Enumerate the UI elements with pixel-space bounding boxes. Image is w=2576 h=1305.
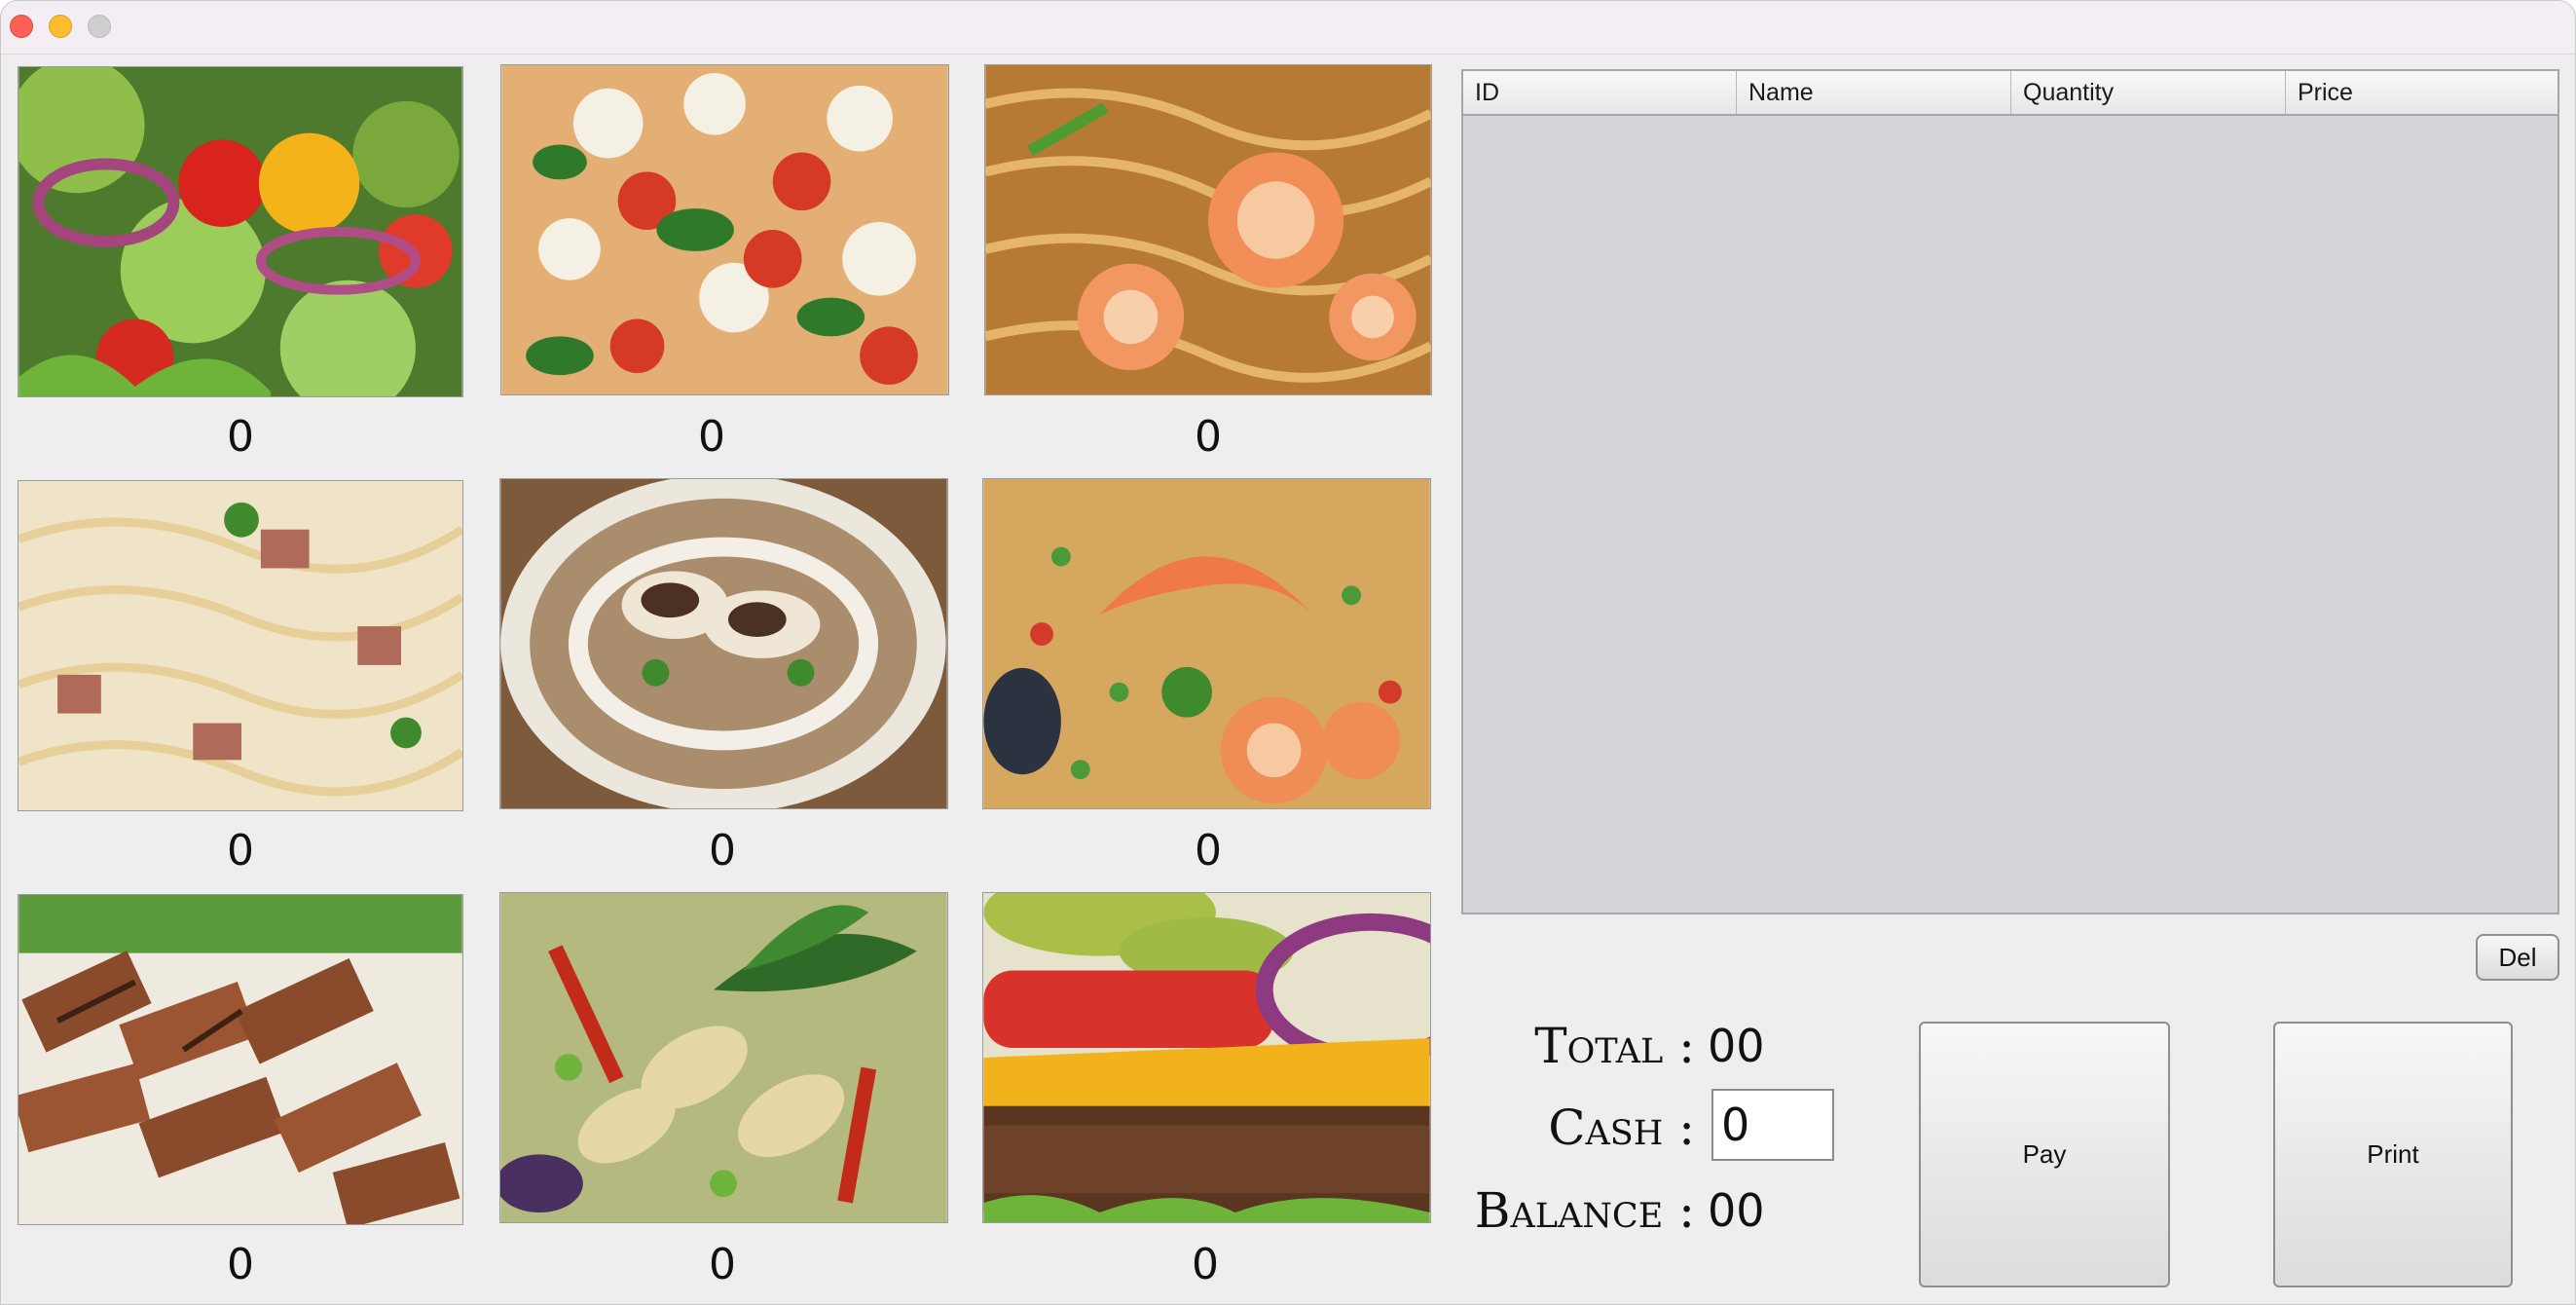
maximize-window-button[interactable] (88, 15, 111, 38)
salad-quantity: 0 (227, 412, 254, 462)
shrimp-fried-rice-quantity: 0 (1195, 826, 1222, 876)
grilled-pork-quantity: 0 (227, 1240, 254, 1289)
mushroom-soup-quantity: 0 (709, 826, 736, 876)
grilled-pork-image (18, 895, 462, 1224)
menu-item-carbonara-button[interactable] (18, 480, 463, 811)
menu-item-cheeseburger-button[interactable] (982, 892, 1431, 1223)
minimize-window-button[interactable] (49, 15, 72, 38)
order-table[interactable]: ID Name Quantity Price (1461, 69, 2559, 914)
column-header-id[interactable]: ID (1463, 71, 1737, 114)
pizza-quantity: 0 (698, 412, 725, 462)
order-table-header: ID Name Quantity Price (1463, 71, 2558, 116)
mushroom-soup-image (500, 479, 947, 808)
column-header-quantity[interactable]: Quantity (2011, 71, 2286, 114)
total-value: 00 (1708, 1020, 1765, 1072)
menu-item-shrimp-fried-rice-button[interactable] (982, 478, 1431, 809)
balance-label: Balance : (1474, 1182, 1695, 1239)
delete-button[interactable]: Del (2476, 934, 2559, 981)
menu-item-salad-button[interactable] (18, 66, 463, 397)
cash-input[interactable]: 0 (1711, 1089, 1834, 1161)
carbonara-quantity: 0 (227, 826, 254, 876)
menu-item-grilled-pork-button[interactable] (18, 894, 463, 1225)
main-content: 0 0 0 0 0 0 0 0 0 ID Name Quantity Price… (1, 55, 2575, 1304)
menu-item-green-curry-button[interactable] (499, 892, 948, 1223)
title-bar (1, 1, 2575, 55)
green-curry-quantity: 0 (709, 1240, 736, 1289)
shrimp-fried-rice-image (983, 479, 1430, 808)
menu-item-shrimp-noodles-button[interactable] (984, 64, 1432, 395)
print-button[interactable]: Print (2273, 1022, 2513, 1287)
menu-item-mushroom-soup-button[interactable] (499, 478, 948, 809)
cheeseburger-quantity: 0 (1192, 1240, 1219, 1289)
pay-button[interactable]: Pay (1919, 1022, 2170, 1287)
total-label: Total : (1534, 1018, 1695, 1074)
pizza-image (501, 65, 948, 394)
app-window: 0 0 0 0 0 0 0 0 0 ID Name Quantity Price… (0, 0, 2576, 1305)
cheeseburger-image (983, 893, 1430, 1222)
shrimp-noodles-image (985, 65, 1431, 394)
cash-label: Cash : (1548, 1100, 1695, 1156)
green-curry-image (500, 893, 947, 1222)
column-header-price[interactable]: Price (2286, 71, 2558, 114)
shrimp-noodles-quantity: 0 (1195, 412, 1222, 462)
close-window-button[interactable] (10, 15, 33, 38)
menu-item-pizza-button[interactable] (500, 64, 949, 395)
balance-value: 00 (1708, 1184, 1765, 1237)
salad-image (18, 67, 462, 396)
column-header-name[interactable]: Name (1737, 71, 2011, 114)
carbonara-image (18, 481, 462, 810)
